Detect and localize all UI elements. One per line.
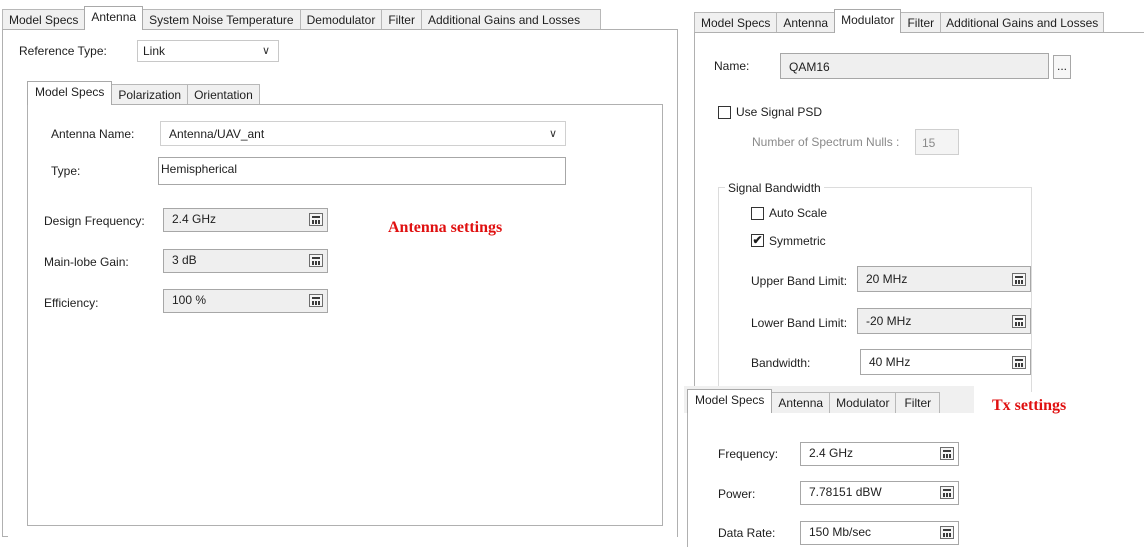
lower-band-limit-field[interactable]: -20 MHz [857, 308, 1031, 334]
signal-bandwidth-label: Signal Bandwidth [725, 181, 824, 195]
bandwidth-field[interactable]: 40 MHz [860, 349, 1031, 375]
calculator-icon[interactable] [309, 294, 323, 307]
right-tab-bar: Model Specs Antenna Modulator Filter Add… [694, 9, 1105, 33]
auto-scale-label: Auto Scale [769, 206, 828, 220]
tab-modulator[interactable]: Modulator [834, 9, 902, 33]
tab-antenna[interactable]: Antenna [776, 12, 836, 33]
type-field[interactable]: Hemispherical [158, 157, 566, 185]
lower-band-limit-value: -20 MHz [866, 314, 912, 328]
design-frequency-field[interactable]: 2.4 GHz [163, 208, 328, 232]
left-sub-tab-bar: Model Specs Polarization Orientation [27, 81, 260, 105]
use-signal-psd-checkbox[interactable] [718, 106, 731, 119]
bandwidth-value: 40 MHz [869, 355, 911, 369]
checkmark-icon: ✔ [752, 233, 763, 247]
symmetric-checkbox[interactable]: ✔ [751, 234, 764, 247]
name-label: Name: [714, 59, 750, 73]
tab-antenna[interactable]: Antenna [771, 392, 831, 413]
data-rate-label: Data Rate: [718, 526, 776, 540]
tab-filter[interactable]: Filter [895, 392, 941, 413]
subtab-polarization[interactable]: Polarization [111, 84, 189, 105]
tx-tab-bar: Model Specs Antenna Modulator Filter [687, 389, 941, 413]
subtab-model-specs[interactable]: Model Specs [27, 81, 113, 105]
tab-filter[interactable]: Filter [381, 9, 422, 30]
upper-band-limit-value: 20 MHz [866, 272, 908, 286]
lower-band-limit-label: Lower Band Limit: [751, 316, 848, 330]
browse-button[interactable]: ... [1053, 55, 1071, 79]
data-rate-field[interactable]: 150 Mb/sec [800, 521, 959, 545]
antenna-name-label: Antenna Name: [51, 127, 135, 141]
main-lobe-gain-label: Main-lobe Gain: [44, 255, 129, 269]
tab-system-noise-temperature[interactable]: System Noise Temperature [142, 9, 301, 30]
tab-filter[interactable]: Filter [900, 12, 942, 33]
reference-type-value: Link [143, 44, 166, 58]
reference-type-label: Reference Type: [19, 44, 107, 58]
tab-antenna[interactable]: Antenna [84, 6, 144, 30]
symmetric-label: Symmetric [769, 234, 826, 248]
use-signal-psd-label: Use Signal PSD [736, 105, 823, 119]
calculator-icon[interactable] [1012, 356, 1026, 369]
upper-band-limit-label: Upper Band Limit: [751, 274, 848, 288]
left-panel-bottom-line [2, 536, 8, 537]
power-label: Power: [718, 487, 756, 501]
power-value: 7.78151 dBW [809, 485, 882, 499]
left-tab-bar: Model Specs Antenna System Noise Tempera… [2, 6, 601, 30]
efficiency-field[interactable]: 100 % [163, 289, 328, 313]
antenna-name-select[interactable]: Antenna/UAV_ant ∨ [160, 121, 566, 146]
main-lobe-gain-field[interactable]: 3 dB [163, 249, 328, 273]
calculator-icon[interactable] [309, 213, 323, 226]
frequency-field[interactable]: 2.4 GHz [800, 442, 959, 466]
tab-model-specs[interactable]: Model Specs [2, 9, 86, 30]
spectrum-nulls-label: Number of Spectrum Nulls : [752, 135, 900, 149]
calculator-icon[interactable] [940, 486, 954, 499]
calculator-icon[interactable] [1012, 273, 1026, 286]
subtab-orientation[interactable]: Orientation [187, 84, 260, 105]
upper-band-limit-field[interactable]: 20 MHz [857, 266, 1031, 292]
tx-settings-annotation: Tx settings [992, 397, 1067, 414]
calculator-icon[interactable] [940, 526, 954, 539]
design-frequency-value: 2.4 GHz [172, 212, 217, 226]
calculator-icon[interactable] [309, 254, 323, 267]
antenna-settings-annotation: Antenna settings [388, 219, 503, 236]
tab-additional-gains-and-losses[interactable]: Additional Gains and Losses [420, 9, 601, 30]
frequency-label: Frequency: [718, 447, 779, 461]
bandwidth-label: Bandwidth: [751, 356, 811, 370]
auto-scale-checkbox[interactable] [751, 207, 764, 220]
reference-type-select[interactable]: Link ∨ [137, 40, 279, 62]
antenna-name-value: Antenna/UAV_ant [169, 127, 265, 141]
tab-additional-gains-and-losses[interactable]: Additional Gains and Losses [940, 12, 1105, 33]
tx-panel-left-border [687, 413, 688, 547]
calculator-icon[interactable] [940, 447, 954, 460]
efficiency-label: Efficiency: [44, 296, 99, 310]
efficiency-value: 100 % [172, 293, 207, 307]
dropdown-chevron-icon: ∨ [548, 128, 557, 140]
main-lobe-gain-value: 3 dB [172, 253, 197, 267]
data-rate-value: 150 Mb/sec [809, 525, 872, 539]
type-label: Type: [51, 164, 81, 178]
tab-demodulator[interactable]: Demodulator [299, 9, 383, 30]
tab-model-specs[interactable]: Model Specs [687, 389, 773, 413]
spectrum-nulls-field[interactable]: 15 [915, 129, 959, 155]
tab-model-specs[interactable]: Model Specs [694, 12, 778, 33]
tab-modulator[interactable]: Modulator [829, 392, 897, 413]
frequency-value: 2.4 GHz [809, 446, 854, 460]
dropdown-chevron-icon: ∨ [261, 45, 270, 57]
design-frequency-label: Design Frequency: [44, 214, 145, 228]
power-field[interactable]: 7.78151 dBW [800, 481, 959, 505]
calculator-icon[interactable] [1012, 315, 1026, 328]
name-field[interactable]: QAM16 [780, 53, 1049, 79]
